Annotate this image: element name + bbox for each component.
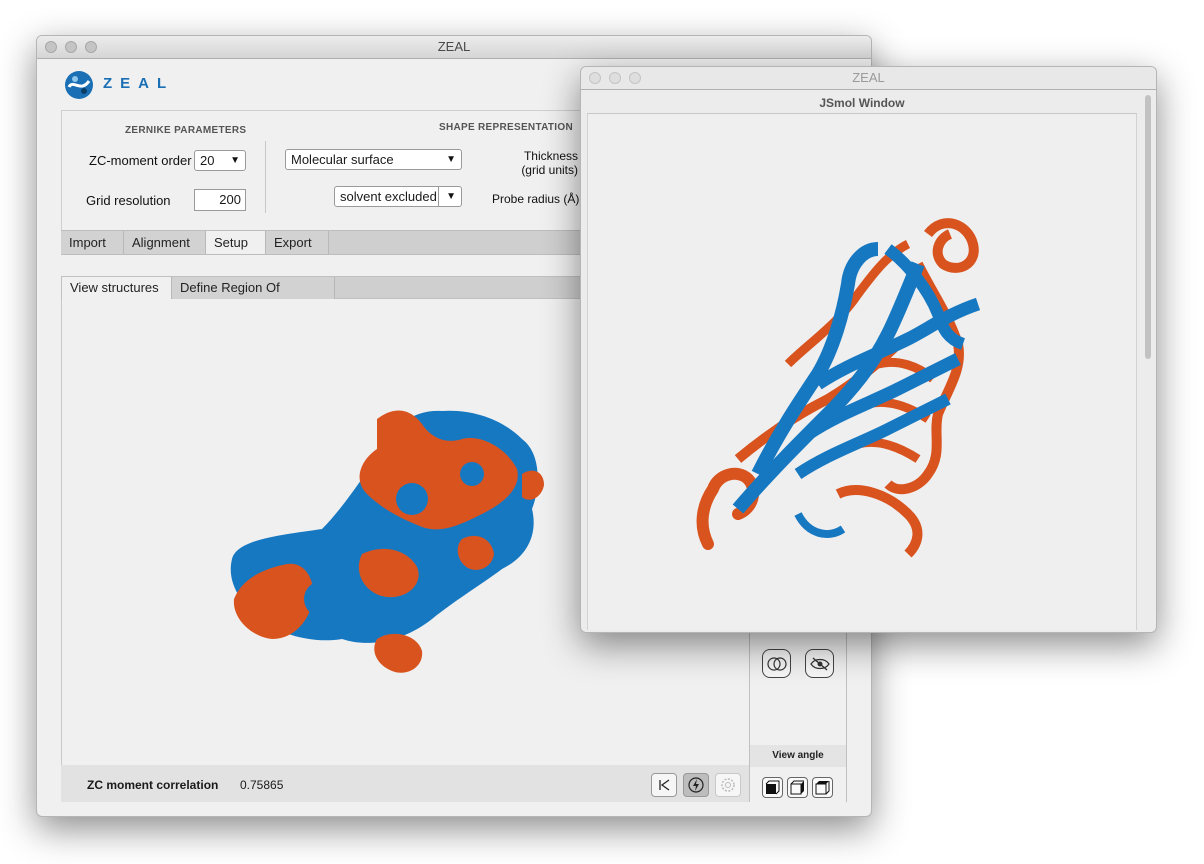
chevron-down-icon: ▼ [446,191,456,202]
footer-bar: ZC moment correlation 0.75865 [61,765,749,802]
scrollbar-thumb[interactable] [1145,95,1151,359]
tab-view-structures[interactable]: View structures [62,277,172,299]
jsmol-canvas[interactable] [587,114,1137,630]
view-angle-header: View angle [750,745,846,767]
correlation-value: 0.75865 [240,778,284,792]
shape-representation-header: SHAPE REPRESENTATION [439,122,573,133]
lightning-icon [688,777,704,793]
cube-front-icon [765,780,780,795]
zeal-logo: ZEAL [63,69,173,101]
probe-radius-label: Probe radius (Å) [492,192,580,206]
overlay-toggle-button[interactable] [762,649,791,678]
panel-divider [265,141,266,213]
disabled-action-button[interactable] [715,773,741,797]
surface-bump [396,483,428,515]
view-angle-front-button[interactable] [762,777,783,798]
grid-resolution-label: Grid resolution [86,193,171,208]
jsmol-window: ZEAL JSmol Window [580,66,1157,633]
skip-back-icon [659,779,670,791]
jsmol-scrollbar[interactable] [1143,93,1153,629]
window-controls [45,41,97,53]
dropdown-separator [438,187,439,206]
hide-structure-button[interactable] [805,649,834,678]
zernike-parameters-header: ZERNIKE PARAMETERS [125,125,247,136]
reset-view-button[interactable] [651,773,677,797]
moment-order-value: 20 [200,153,215,168]
close-window-button[interactable] [589,72,601,84]
gear-icon [721,778,735,792]
jsmol-header: JSmol Window [587,93,1137,114]
view-angle-side-button[interactable] [787,777,808,798]
thickness-label-line1: Thickness [523,149,578,163]
main-window-title: ZEAL [437,39,471,54]
surface-subtype-dropdown[interactable]: solvent excluded ▼ [334,186,462,207]
view-angle-top-button[interactable] [812,777,833,798]
zoom-window-button[interactable] [85,41,97,53]
view-angle-label: View angle [772,750,824,761]
tab-import[interactable]: Import [61,231,124,254]
surface-type-dropdown[interactable]: Molecular surface ▼ [285,149,462,170]
grid-resolution-input[interactable]: 200 [194,189,246,211]
chevron-down-icon: ▼ [230,155,240,166]
minimize-window-button[interactable] [65,41,77,53]
thickness-label: Thickness (grid units) [504,149,578,177]
thickness-label-line2: (grid units) [521,163,578,177]
zoom-window-button[interactable] [629,72,641,84]
structure-a-ribbon [794,393,951,479]
window-controls [589,72,641,84]
cube-top-icon [815,781,830,795]
structure-a-ribbon [794,511,846,538]
moment-order-dropdown[interactable]: 20 ▼ [194,150,246,171]
surface-bump [460,462,484,486]
moment-order-label: ZC-moment order [89,153,192,168]
tab-export[interactable]: Export [266,231,329,254]
jsmol-window-titlebar[interactable]: ZEAL [581,67,1156,90]
surface-subtype-value: solvent excluded [340,189,437,204]
tab-define-region-of-interest[interactable]: Define Region Of Interest [172,277,335,317]
zeal-logo-text: ZEAL [103,75,175,92]
overlap-circles-icon [766,656,787,671]
close-window-button[interactable] [45,41,57,53]
cube-side-icon [790,780,804,795]
structure-b-ribbon [835,485,923,558]
tab-alignment[interactable]: Alignment [124,231,206,254]
eye-slash-icon [809,656,830,671]
ribbon-structure-render [696,218,981,558]
chevron-down-icon: ▼ [446,154,456,165]
structure-b-surface [522,470,544,500]
jsmol-window-title: ZEAL [852,70,885,85]
correlation-label: ZC moment correlation [87,778,219,792]
zeal-logo-icon [65,71,93,99]
main-window-titlebar[interactable]: ZEAL [37,36,871,59]
structure-b-surface [374,633,423,673]
surface-type-value: Molecular surface [291,152,394,167]
tab-setup[interactable]: Setup [206,231,266,254]
jsmol-header-label: JSmol Window [819,96,905,110]
run-alignment-button[interactable] [683,773,709,797]
structure-b-ribbon [924,218,979,273]
surface-bump [304,581,340,617]
minimize-window-button[interactable] [609,72,621,84]
